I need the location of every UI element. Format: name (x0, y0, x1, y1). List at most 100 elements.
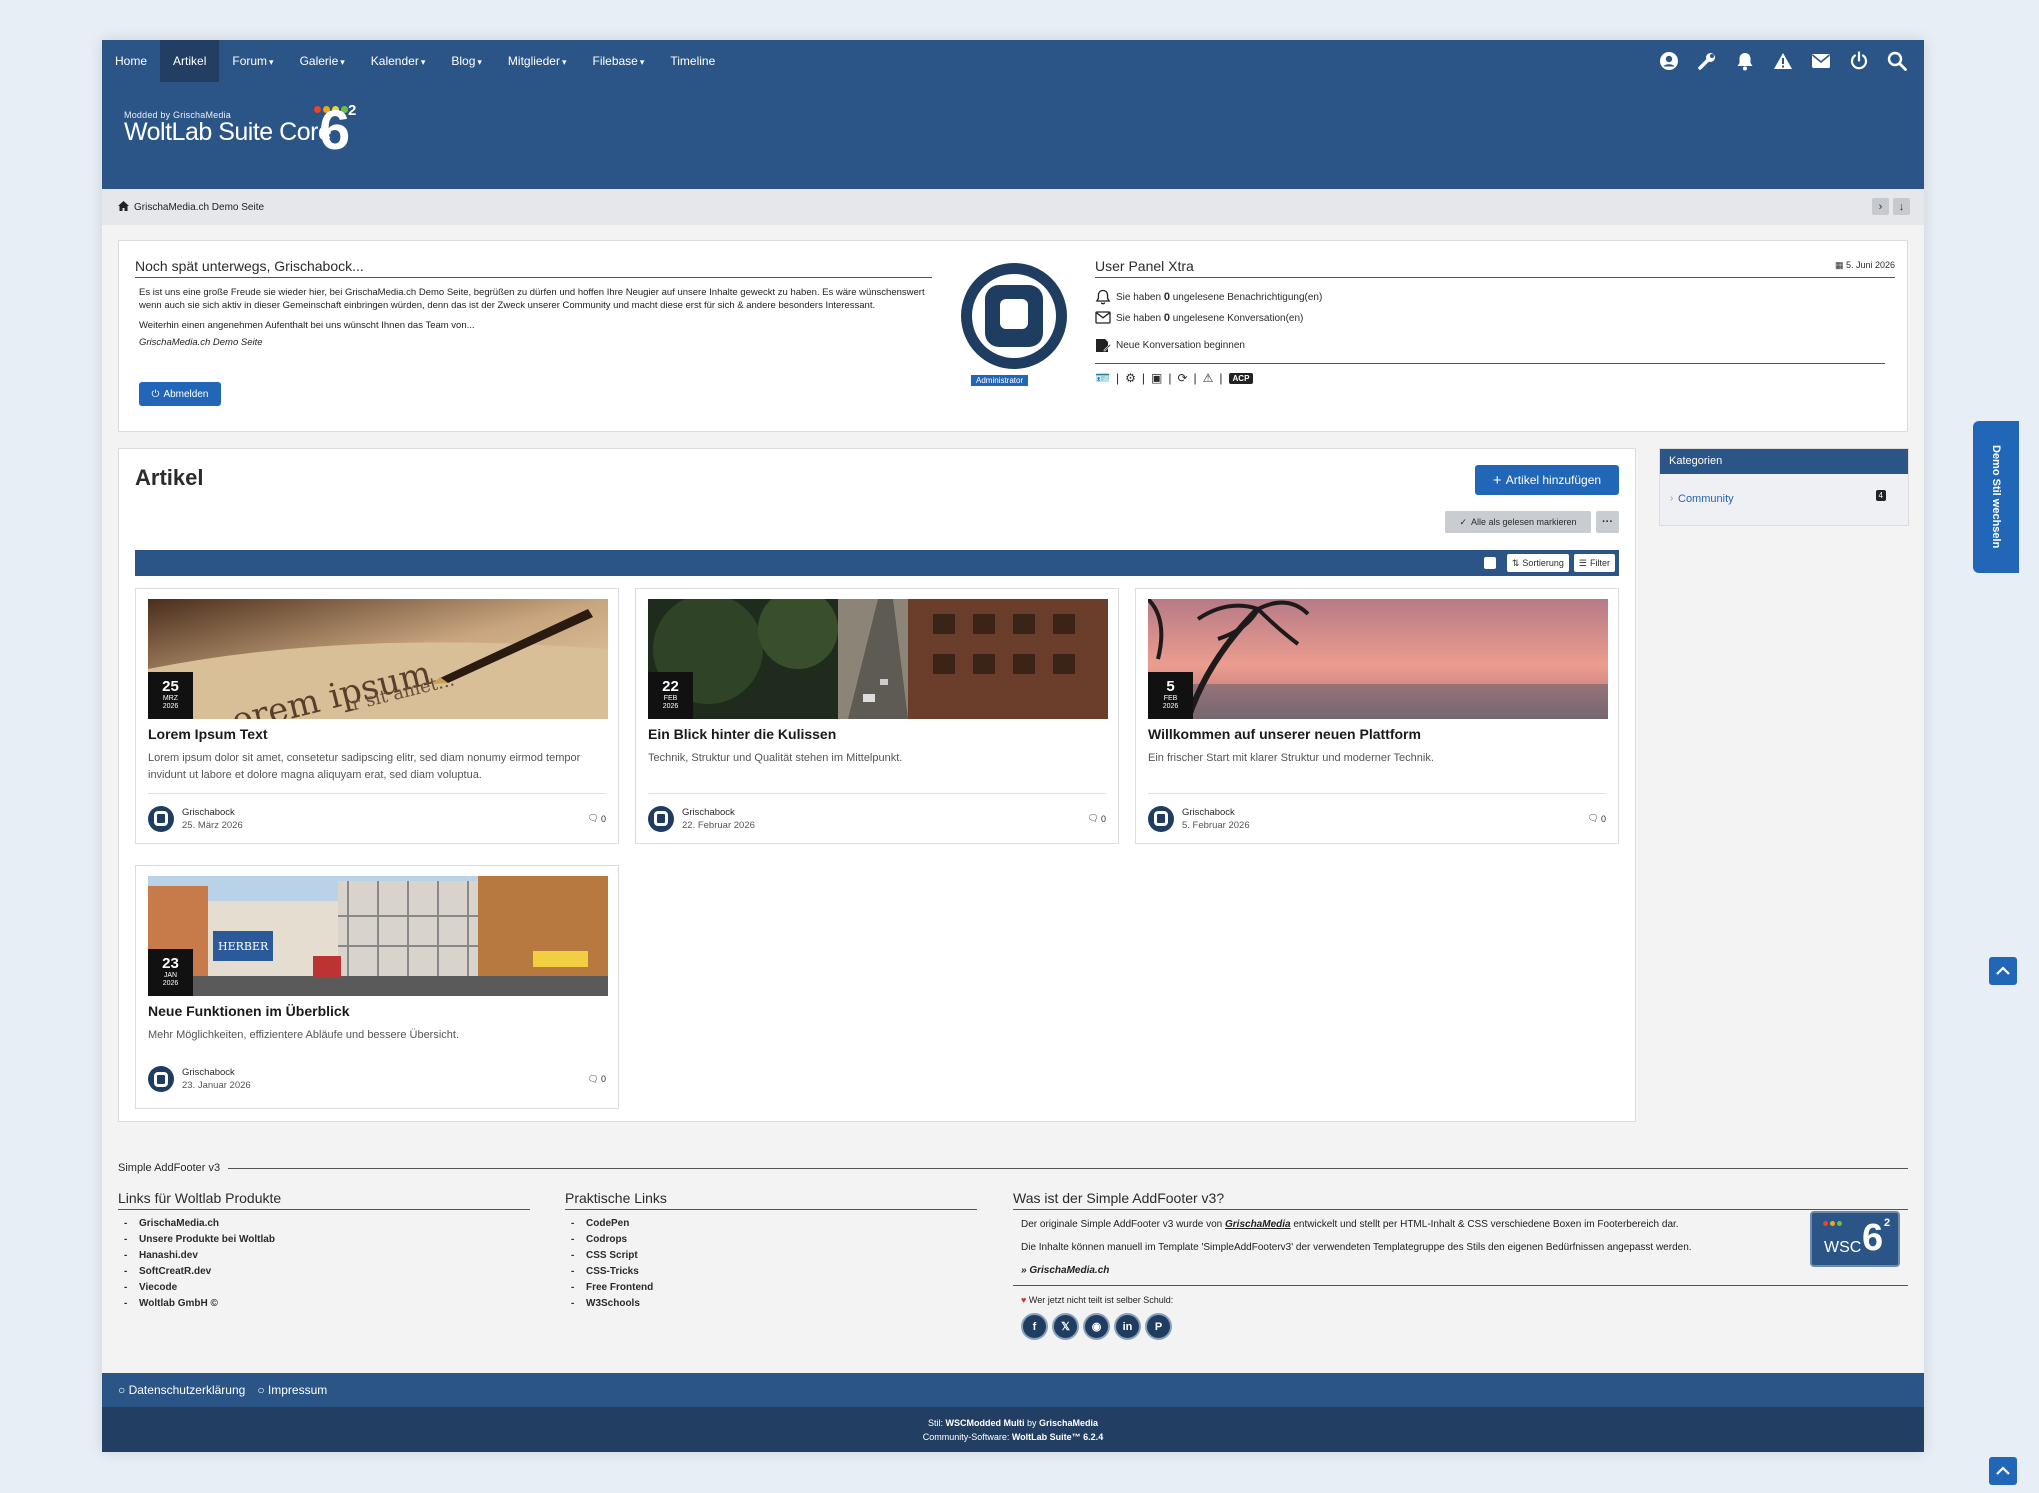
copyright: Stil: WSCModded Multi by GrischaMedia Co… (102, 1407, 1924, 1452)
footer-link[interactable]: Codrops (565, 1232, 977, 1248)
author-name[interactable]: Grischabock (682, 806, 755, 819)
linkedin-icon[interactable]: in (1114, 1313, 1141, 1340)
sidebar-item-community[interactable]: Community (1678, 493, 1734, 505)
style-switch-tab[interactable]: Demo Stil wechseln (1973, 421, 2019, 573)
comments-count[interactable]: 🗨 0 (1588, 813, 1606, 824)
comments-icon: 🗨 (587, 813, 599, 823)
more-options-button[interactable]: ··· (1596, 511, 1619, 533)
new-conversation-link[interactable]: Neue Konversation beginnen (1095, 338, 1895, 353)
pinterest-icon[interactable]: P (1145, 1313, 1172, 1340)
chevron-down-icon: ▾ (420, 57, 426, 67)
nav-blog[interactable]: Blog ▾ (438, 40, 495, 82)
bell-outline-icon (1095, 289, 1111, 305)
arrow-down-icon[interactable]: ↓ (1893, 198, 1910, 215)
article-date: 25. März 2026 (182, 819, 243, 831)
grischamedia-link[interactable]: » GrischaMedia.ch (1013, 1264, 1908, 1277)
bell-icon[interactable] (1726, 40, 1764, 82)
footer-link[interactable]: Viecode (118, 1280, 530, 1296)
article-title[interactable]: Neue Funktionen im Überblick (148, 1003, 349, 1019)
article-title[interactable]: Willkommen auf unserer neuen Plattform (1148, 726, 1421, 742)
nav-home[interactable]: Home (102, 40, 160, 82)
article-image-buildings[interactable]: HERBER (148, 876, 608, 996)
avatar[interactable] (961, 263, 1067, 369)
article-card[interactable]: 22 FEB 2026 Ein Blick hinter die Kulissen … (635, 588, 1119, 844)
nav-galerie[interactable]: Galerie ▾ (287, 40, 358, 82)
scroll-top-button[interactable] (1989, 957, 2017, 985)
comments-count[interactable]: 🗨 0 (588, 1074, 606, 1085)
footer-link[interactable]: Free Frontend (565, 1280, 977, 1296)
article-card[interactable]: orem ipsum r sit amet... 25 MRZ 2026 Lorem… (135, 588, 619, 844)
breadcrumb-link[interactable]: GrischaMedia.ch Demo Seite (134, 202, 264, 213)
user-settings-icon[interactable]: ⚙ (1125, 371, 1136, 385)
wrench-icon[interactable] (1688, 40, 1726, 82)
article-date: 5. Februar 2026 (1182, 819, 1250, 831)
logout-button[interactable]: ⏻ Abmelden (139, 382, 221, 406)
chevron-right-icon: › (1670, 493, 1674, 504)
nav-timeline[interactable]: Timeline (657, 40, 728, 82)
article-card[interactable]: 5 FEB 2026 Willkommen auf unserer neuen Pl… (1135, 588, 1619, 844)
comments-count[interactable]: 🗨 0 (1088, 813, 1106, 824)
reddit-icon[interactable]: ◉ (1083, 1313, 1110, 1340)
notification-line[interactable]: Sie haben 0 ungelesene Benachrichtigung(… (1095, 289, 1895, 305)
article-footer: Grischabock 5. Februar 2026 🗨 0 (1148, 793, 1606, 843)
imprint-link[interactable]: ○ Impressum (257, 1383, 327, 1397)
footer-link[interactable]: SoftCreatR.dev (118, 1264, 530, 1280)
footer-link[interactable]: GrischaMedia.ch (118, 1216, 530, 1232)
mark-all-read-button[interactable]: ✓ Alle als gelesen markieren (1445, 511, 1591, 533)
select-all-checkbox[interactable] (1483, 557, 1496, 569)
footer-link[interactable]: CSS Script (565, 1248, 977, 1264)
nav-mitglieder[interactable]: Mitglieder ▾ (495, 40, 580, 82)
filter-button[interactable]: ☰ Filter (1573, 554, 1615, 572)
article-card[interactable]: HERBER 23 JAN 2026 Neue Funktionen im Über… (135, 865, 619, 1109)
privacy-link[interactable]: ○ Datenschutzerklärung (118, 1383, 245, 1397)
author-avatar[interactable] (148, 805, 174, 832)
article-title[interactable]: Lorem Ipsum Text (148, 726, 268, 742)
style-link[interactable]: WSCModded Multi (945, 1418, 1024, 1428)
facebook-icon[interactable]: f (1021, 1313, 1048, 1340)
nav-filebase[interactable]: Filebase ▾ (579, 40, 657, 82)
author-link[interactable]: GrischaMedia (1039, 1418, 1098, 1428)
image-icon[interactable]: ▣ (1151, 371, 1162, 385)
envelope-icon[interactable] (1802, 40, 1840, 82)
software-link[interactable]: WoltLab Suite™ 6.2.4 (1012, 1432, 1103, 1442)
footer-link[interactable]: Unsere Produkte bei Woltlab (118, 1232, 530, 1248)
sort-button[interactable]: ⇅ Sortierung (1506, 554, 1569, 572)
power-icon[interactable] (1840, 40, 1878, 82)
user-icon[interactable] (1650, 40, 1688, 82)
home-icon[interactable] (118, 200, 129, 214)
chevron-right-icon[interactable]: › (1872, 198, 1889, 215)
site-logo[interactable]: Modded by GrischaMedia WoltLab Suite Cor… (124, 102, 356, 158)
comments-count[interactable]: 🗨 0 (588, 813, 606, 824)
author-avatar[interactable] (1148, 805, 1174, 832)
id-card-icon[interactable]: 🪪 (1095, 371, 1110, 385)
nav-artikel[interactable]: Artikel (160, 40, 220, 82)
author-name[interactable]: Grischabock (182, 1066, 251, 1079)
add-article-button[interactable]: + Artikel hinzufügen (1475, 465, 1619, 495)
scroll-top-button-bottom[interactable] (1989, 1457, 2017, 1485)
nav-forum[interactable]: Forum ▾ (219, 40, 286, 82)
x-icon[interactable]: 𝕏 (1052, 1313, 1079, 1340)
nav-kalender[interactable]: Kalender ▾ (358, 40, 439, 82)
article-image-street[interactable] (648, 599, 1108, 719)
conversation-line[interactable]: Sie haben 0 ungelesene Konversation(en) (1095, 311, 1895, 324)
category-count-badge: 4 (1875, 490, 1886, 501)
author-name[interactable]: Grischabock (1182, 806, 1250, 819)
acp-badge[interactable]: ACP (1228, 372, 1254, 384)
article-image-sunset[interactable] (1148, 599, 1608, 719)
article-title[interactable]: Ein Blick hinter die Kulissen (648, 726, 836, 742)
warning-icon[interactable]: ⚠ (1203, 371, 1214, 385)
search-icon[interactable] (1878, 40, 1916, 82)
refresh-icon[interactable]: ⟳ (1177, 371, 1187, 385)
footer-link[interactable]: W3Schools (565, 1296, 977, 1312)
plus-icon: + (1492, 471, 1502, 489)
author-name[interactable]: Grischabock (182, 806, 243, 819)
footer-link[interactable]: Hanashi.dev (118, 1248, 530, 1264)
author-avatar[interactable] (648, 805, 674, 832)
article-image-pen[interactable]: orem ipsum r sit amet... (148, 599, 608, 719)
footer-link[interactable]: CSS-Tricks (565, 1264, 977, 1280)
warning-icon[interactable] (1764, 40, 1802, 82)
footer-link[interactable]: CodePen (565, 1216, 977, 1232)
user-menu-icons (1650, 40, 1924, 82)
author-avatar[interactable] (148, 1066, 174, 1092)
footer-link[interactable]: Woltlab GmbH © (118, 1296, 530, 1312)
